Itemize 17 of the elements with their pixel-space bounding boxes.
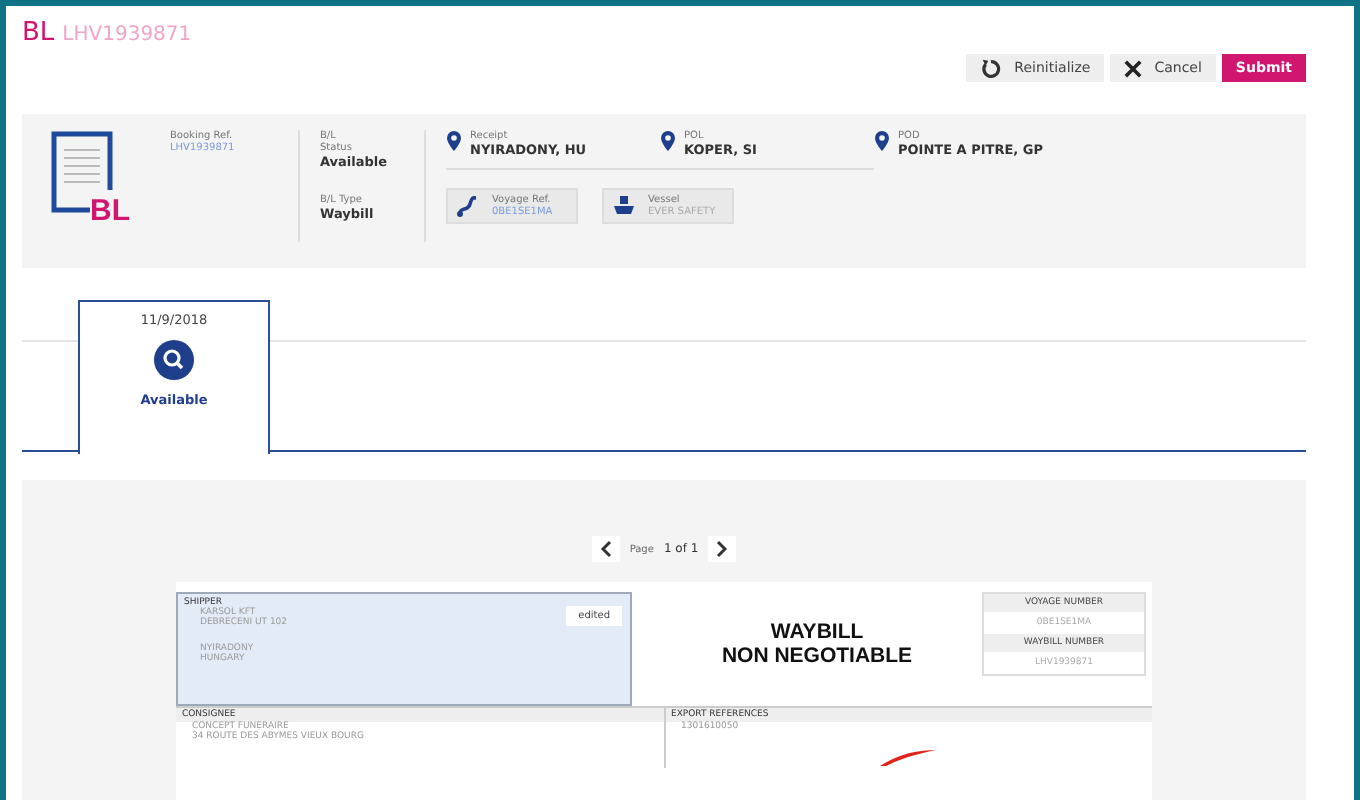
document-title: WAYBILL (770, 620, 864, 644)
refresh-icon (980, 57, 1003, 79)
chevron-left-icon (599, 540, 612, 558)
close-icon (1124, 59, 1143, 77)
location-pin-icon (446, 130, 462, 152)
chevron-right-icon (716, 540, 729, 558)
next-page-button[interactable] (708, 536, 737, 562)
ship-icon (612, 194, 636, 218)
previous-page-button[interactable] (591, 536, 620, 562)
location-pin-icon (660, 130, 676, 152)
zoom-icon (154, 340, 194, 380)
page-title: BL (22, 18, 55, 48)
document-title: NON NEGOTIABLE (721, 644, 913, 668)
route-icon (456, 194, 480, 218)
location-pin-icon (874, 130, 890, 152)
reference-number: LHV1939871 (62, 24, 192, 46)
swoosh-logo-icon (878, 748, 939, 768)
